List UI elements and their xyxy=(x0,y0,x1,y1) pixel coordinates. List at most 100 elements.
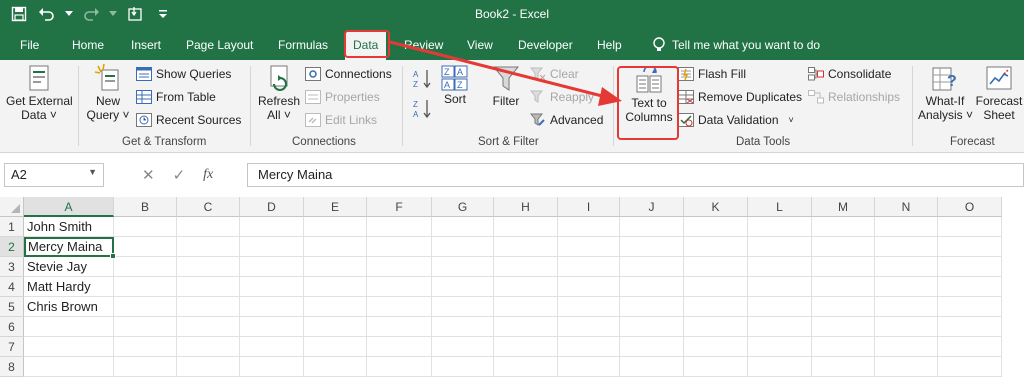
cell-o4[interactable] xyxy=(938,277,1002,297)
cell-k2[interactable] xyxy=(684,237,748,257)
cell-a2[interactable]: Mercy Maina xyxy=(24,237,114,257)
cell-e5[interactable] xyxy=(304,297,367,317)
column-header-d[interactable]: D xyxy=(240,197,304,217)
column-header-k[interactable]: K xyxy=(684,197,748,217)
cell-d2[interactable] xyxy=(240,237,304,257)
cell-h6[interactable] xyxy=(494,317,558,337)
cell-f2[interactable] xyxy=(367,237,432,257)
cell-f8[interactable] xyxy=(367,357,432,377)
clear-button[interactable]: Clear xyxy=(530,65,579,83)
insert-function-icon[interactable]: fx xyxy=(203,167,213,183)
cell-c6[interactable] xyxy=(177,317,240,337)
cell-m4[interactable] xyxy=(812,277,875,297)
cell-c4[interactable] xyxy=(177,277,240,297)
tab-home[interactable]: Home xyxy=(72,30,104,60)
cell-c3[interactable] xyxy=(177,257,240,277)
column-header-b[interactable]: B xyxy=(114,197,177,217)
cell-j7[interactable] xyxy=(620,337,684,357)
column-header-f[interactable]: F xyxy=(367,197,432,217)
cell-o3[interactable] xyxy=(938,257,1002,277)
tab-file[interactable]: File xyxy=(20,30,39,60)
cell-k5[interactable] xyxy=(684,297,748,317)
cell-e6[interactable] xyxy=(304,317,367,337)
cancel-icon[interactable]: ✕ xyxy=(142,166,155,184)
forecast-sheet-button[interactable]: Forecast Sheet xyxy=(975,64,1023,122)
cell-m5[interactable] xyxy=(812,297,875,317)
sort-az-button[interactable]: AZ xyxy=(412,68,434,93)
cell-m8[interactable] xyxy=(812,357,875,377)
cell-g2[interactable] xyxy=(432,237,494,257)
column-header-l[interactable]: L xyxy=(748,197,812,217)
column-header-m[interactable]: M xyxy=(812,197,875,217)
cell-k7[interactable] xyxy=(684,337,748,357)
name-box-dropdown-icon[interactable]: ▼ xyxy=(88,167,97,177)
cell-a1[interactable]: John Smith xyxy=(24,217,114,237)
cell-n3[interactable] xyxy=(875,257,938,277)
sort-button[interactable]: ZAAZ Sort xyxy=(438,64,472,106)
fill-handle[interactable] xyxy=(110,253,116,259)
cell-e3[interactable] xyxy=(304,257,367,277)
cell-g8[interactable] xyxy=(432,357,494,377)
edit-links-button[interactable]: Edit Links xyxy=(305,111,377,129)
cell-i3[interactable] xyxy=(558,257,620,277)
cell-g7[interactable] xyxy=(432,337,494,357)
cell-f3[interactable] xyxy=(367,257,432,277)
row-header-4[interactable]: 4 xyxy=(0,277,24,297)
cell-d7[interactable] xyxy=(240,337,304,357)
cell-c8[interactable] xyxy=(177,357,240,377)
cell-d5[interactable] xyxy=(240,297,304,317)
cell-i8[interactable] xyxy=(558,357,620,377)
column-header-g[interactable]: G xyxy=(432,197,494,217)
reapply-button[interactable]: Reapply xyxy=(530,88,594,106)
row-header-6[interactable]: 6 xyxy=(0,317,24,337)
column-header-c[interactable]: C xyxy=(177,197,240,217)
row-header-5[interactable]: 5 xyxy=(0,297,24,317)
cell-i4[interactable] xyxy=(558,277,620,297)
cell-h7[interactable] xyxy=(494,337,558,357)
cell-b1[interactable] xyxy=(114,217,177,237)
enter-icon[interactable]: ✓ xyxy=(173,166,186,184)
cell-o5[interactable] xyxy=(938,297,1002,317)
cell-e7[interactable] xyxy=(304,337,367,357)
cell-m7[interactable] xyxy=(812,337,875,357)
cell-e4[interactable] xyxy=(304,277,367,297)
row-header-7[interactable]: 7 xyxy=(0,337,24,357)
cell-n6[interactable] xyxy=(875,317,938,337)
cell-i5[interactable] xyxy=(558,297,620,317)
cell-l8[interactable] xyxy=(748,357,812,377)
cell-b3[interactable] xyxy=(114,257,177,277)
tab-review[interactable]: Review xyxy=(404,30,443,60)
column-header-n[interactable]: N xyxy=(875,197,938,217)
cell-i6[interactable] xyxy=(558,317,620,337)
cell-h5[interactable] xyxy=(494,297,558,317)
sort-za-button[interactable]: ZA xyxy=(412,98,434,123)
cell-i2[interactable] xyxy=(558,237,620,257)
cell-j3[interactable] xyxy=(620,257,684,277)
cell-k4[interactable] xyxy=(684,277,748,297)
cell-i1[interactable] xyxy=(558,217,620,237)
cell-g6[interactable] xyxy=(432,317,494,337)
refresh-all-button[interactable]: Refresh All ˅ xyxy=(256,64,302,122)
name-box[interactable]: A2 ▼ xyxy=(4,163,104,187)
cell-n7[interactable] xyxy=(875,337,938,357)
cell-f4[interactable] xyxy=(367,277,432,297)
cell-h8[interactable] xyxy=(494,357,558,377)
cell-c2[interactable] xyxy=(177,237,240,257)
column-header-e[interactable]: E xyxy=(304,197,367,217)
tab-help[interactable]: Help xyxy=(597,30,622,60)
cell-b6[interactable] xyxy=(114,317,177,337)
cell-n4[interactable] xyxy=(875,277,938,297)
tab-page-layout[interactable]: Page Layout xyxy=(186,30,253,60)
cell-d4[interactable] xyxy=(240,277,304,297)
cell-e8[interactable] xyxy=(304,357,367,377)
cell-a8[interactable] xyxy=(24,357,114,377)
column-header-o[interactable]: O xyxy=(938,197,1002,217)
cell-a6[interactable] xyxy=(24,317,114,337)
column-header-h[interactable]: H xyxy=(494,197,558,217)
cell-l3[interactable] xyxy=(748,257,812,277)
remove-duplicates-button[interactable]: Remove Duplicates xyxy=(678,88,802,106)
relationships-button[interactable]: Relationships xyxy=(808,88,900,106)
connections-button[interactable]: Connections xyxy=(305,65,392,83)
cell-n5[interactable] xyxy=(875,297,938,317)
cell-j8[interactable] xyxy=(620,357,684,377)
